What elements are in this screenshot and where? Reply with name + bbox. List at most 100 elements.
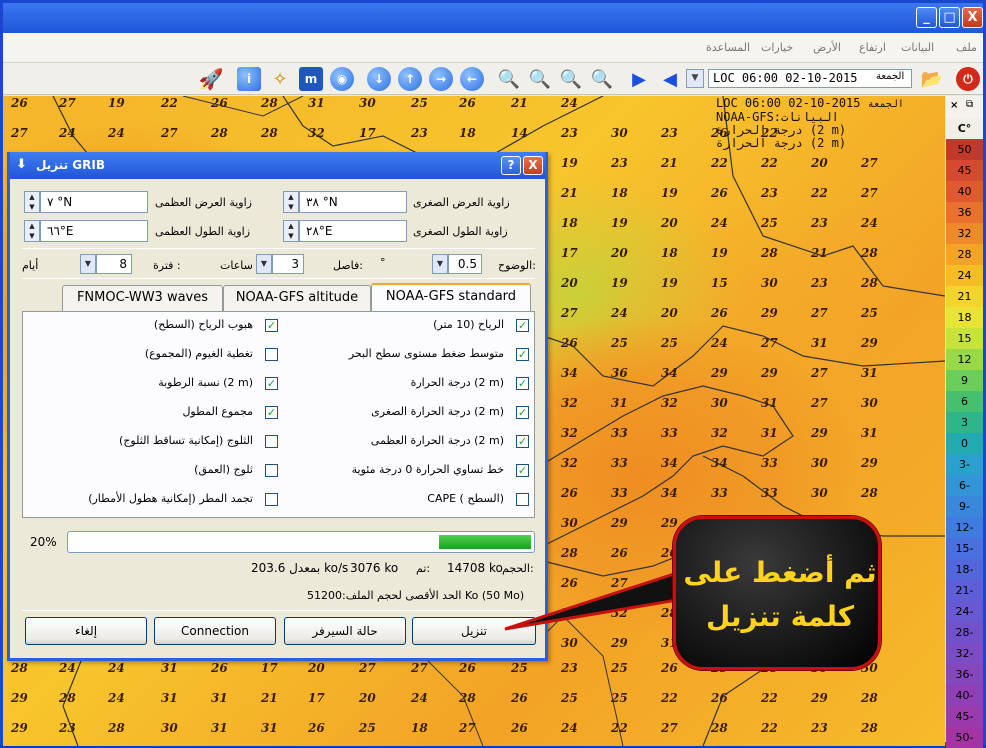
grid-value: 26 xyxy=(511,691,528,705)
resolution-dropdown[interactable]: ▼ xyxy=(432,254,448,274)
menu-options[interactable]: خيارات xyxy=(761,41,793,54)
grid-value: 23 xyxy=(811,276,828,290)
next-step-icon[interactable]: ▶ xyxy=(627,67,651,91)
menu-file[interactable]: ملف xyxy=(956,41,977,54)
grid-value: 31 xyxy=(261,721,278,735)
option-checkbox[interactable]: ✓ xyxy=(265,319,278,332)
lon-min-spinner[interactable]: ▲ ▼ xyxy=(283,220,299,242)
lat-min-spinner[interactable]: ▲ ▼ xyxy=(283,191,299,213)
grid-value: 23 xyxy=(811,721,828,735)
grid-value: 29 xyxy=(761,366,778,380)
option-checkbox[interactable] xyxy=(265,348,278,361)
option-checkbox[interactable]: ✓ xyxy=(516,406,529,419)
grid-value: 26 xyxy=(11,96,28,110)
grid-value: 30 xyxy=(811,456,828,470)
zoom-fit-icon[interactable]: 🔍 xyxy=(497,67,521,91)
server-status-button[interactable]: حالة السيرفر xyxy=(284,617,406,645)
separator xyxy=(22,610,535,611)
option-checkbox[interactable]: ✓ xyxy=(265,406,278,419)
grid-value: 28 xyxy=(861,276,878,290)
grid-value: 28 xyxy=(861,721,878,735)
previous-step-icon[interactable]: ◀ xyxy=(658,67,682,91)
time-dropdown-arrow[interactable]: ▼ xyxy=(686,69,704,88)
option-checkbox[interactable] xyxy=(265,493,278,506)
menu-data[interactable]: البيانات xyxy=(901,41,934,54)
zoom-out-icon[interactable]: 🔍 xyxy=(559,67,583,91)
colorbar-entry: 40- xyxy=(946,685,983,706)
option-label: الثلوج (إمكانية تساقط الثلوج) xyxy=(119,434,253,447)
arrow-right-icon[interactable]: → xyxy=(429,67,453,91)
maximize-button[interactable]: □ xyxy=(939,7,960,28)
interval-dropdown[interactable]: ▼ xyxy=(256,254,272,274)
option-checkbox[interactable]: ✓ xyxy=(516,464,529,477)
grid-value: 23 xyxy=(59,721,76,735)
arrow-up-icon[interactable]: ↑ xyxy=(398,67,422,91)
arrow-left-icon[interactable]: ← xyxy=(460,67,484,91)
tab-fnmoc-waves[interactable]: FNMOC-WW3 waves xyxy=(62,285,223,311)
open-folder-icon[interactable]: 📂 xyxy=(920,67,944,91)
menu-altitude[interactable]: ارتفاع xyxy=(859,41,886,54)
option-checkbox[interactable] xyxy=(516,493,529,506)
grid-value: 24 xyxy=(59,661,76,675)
grid-value: 17 xyxy=(561,246,578,260)
grid-value: 27 xyxy=(861,156,878,170)
minimize-button[interactable]: _ xyxy=(916,7,937,28)
grid-value: 25 xyxy=(661,336,678,350)
grid-value: 27 xyxy=(661,721,678,735)
option-checkbox[interactable] xyxy=(265,435,278,448)
m-icon[interactable]: m xyxy=(299,67,323,91)
option-label: خط تساوي الحرارة 0 درجة مئوية xyxy=(351,463,504,476)
colorbar-entry: 50 xyxy=(946,139,983,160)
menu-earth[interactable]: الأرض xyxy=(813,41,841,54)
arrow-down-icon[interactable]: ↓ xyxy=(367,67,391,91)
period-value[interactable]: 8 xyxy=(96,254,132,274)
option-checkbox[interactable]: ✓ xyxy=(516,348,529,361)
lat-max-input[interactable]: ٧ °N xyxy=(40,191,148,213)
lat-min-input[interactable]: ٣٨ °N xyxy=(299,191,407,213)
separator xyxy=(22,278,535,279)
tab-gfs-altitude[interactable]: NOAA-GFS altitude xyxy=(223,285,371,311)
grid-value: 25 xyxy=(611,691,628,705)
colorbar-entry: 9 xyxy=(946,370,983,391)
grid-value: 27 xyxy=(411,661,428,675)
grid-value: 26 xyxy=(511,721,528,735)
globe-icon[interactable]: ◉ xyxy=(330,67,354,91)
colorbar-close-icon[interactable]: × xyxy=(950,100,958,111)
interval-value[interactable]: 3 xyxy=(272,254,304,274)
compass-icon[interactable]: ✧ xyxy=(268,67,292,91)
lon-max-spinner[interactable]: ▲ ▼ xyxy=(24,220,40,242)
grid-value: 20 xyxy=(661,306,678,320)
power-icon[interactable]: ⏻ xyxy=(956,67,980,91)
rocket-icon[interactable]: 🚀 xyxy=(199,67,224,91)
option-checkbox[interactable]: ✓ xyxy=(265,377,278,390)
grid-value: 24 xyxy=(108,691,125,705)
grid-value: 32 xyxy=(561,426,578,440)
lon-min-input[interactable]: ٢٨°E xyxy=(299,220,407,242)
grid-value: 22 xyxy=(761,691,778,705)
connection-button[interactable]: Connection xyxy=(154,617,276,645)
option-checkbox[interactable]: ✓ xyxy=(516,319,529,332)
dialog-help-button[interactable]: ? xyxy=(501,156,521,175)
tab-gfs-standard[interactable]: NOAA-GFS standard xyxy=(371,283,531,312)
grid-value: 22 xyxy=(611,721,628,735)
lon-max-input[interactable]: ٦٦°E xyxy=(40,220,148,242)
info-icon[interactable]: i xyxy=(237,67,261,91)
grid-value: 27 xyxy=(161,126,178,140)
cancel-button[interactable]: إلغاء xyxy=(25,617,147,645)
menu-help[interactable]: المساعدة xyxy=(706,41,750,54)
colorbar-entry: 9- xyxy=(946,496,983,517)
dialog-close-button[interactable]: X xyxy=(523,156,543,175)
grid-value: 25 xyxy=(359,721,376,735)
lat-max-spinner[interactable]: ▲ ▼ xyxy=(24,191,40,213)
option-checkbox[interactable] xyxy=(265,464,278,477)
grid-value: 26 xyxy=(561,336,578,350)
close-window-button[interactable]: X xyxy=(962,7,983,28)
option-checkbox[interactable]: ✓ xyxy=(516,377,529,390)
grid-value: 26 xyxy=(308,721,325,735)
resolution-value[interactable]: 0.5 xyxy=(448,254,482,274)
zoom-in-icon[interactable]: 🔍 xyxy=(590,67,614,91)
colorbar-undock-icon[interactable]: ⧉ xyxy=(966,99,973,110)
option-checkbox[interactable]: ✓ xyxy=(516,435,529,448)
period-dropdown[interactable]: ▼ xyxy=(80,254,96,274)
zoom-selection-icon[interactable]: 🔍 xyxy=(528,67,552,91)
